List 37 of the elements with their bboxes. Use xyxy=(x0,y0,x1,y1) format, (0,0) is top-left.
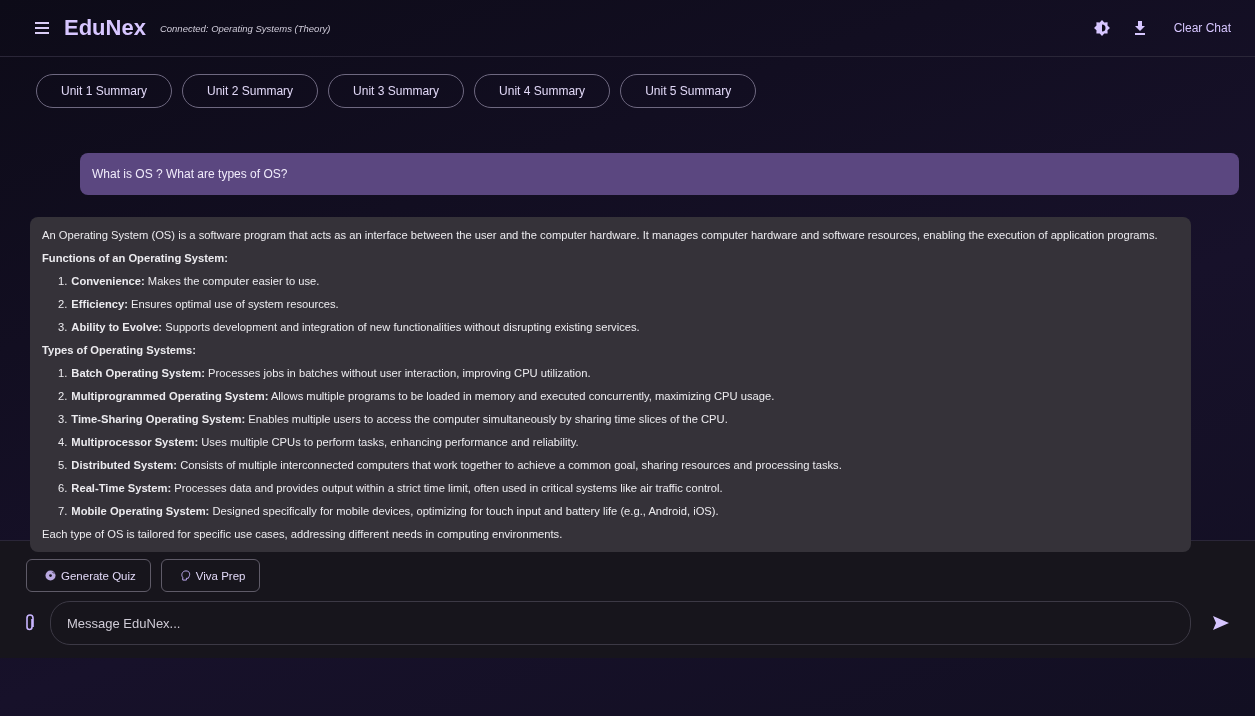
section-heading: Types of Operating Systems: xyxy=(42,343,197,358)
disc-icon xyxy=(45,570,56,581)
list-number: 1. xyxy=(58,274,68,289)
list-number: 1. xyxy=(58,366,68,381)
list-number: 6. xyxy=(58,481,68,496)
list-item-text: Convenience: Makes the computer easier to use. xyxy=(71,274,320,289)
list-number: 2. xyxy=(58,389,68,404)
connection-status: Connected: Operating Systems (Theory) xyxy=(159,22,331,34)
list-number: 4. xyxy=(58,435,68,450)
send-icon[interactable] xyxy=(1213,616,1229,630)
head-icon xyxy=(179,570,191,581)
list-number: 2. xyxy=(58,297,68,312)
answer-paragraph: An Operating System (OS) is a software program that acts as an interface between the user and the computer hardware. It manages computer hardware and software resources, enabling the execution of application programs. xyxy=(42,228,1159,243)
list-item-text: Time-Sharing Operating System: Enables multiple users to access the computer simultaneously by sharing time slices of the CPU. xyxy=(71,412,728,427)
list-item-text: Multiprogrammed Operating System: Allows multiple programs to be loaded in memory and executed concurrently, maximizing CPU usage. xyxy=(71,389,775,404)
tool-button[interactable]: Generate Quiz xyxy=(26,559,151,592)
section-heading: Functions of an Operating System: xyxy=(42,251,229,266)
list-item-text: Mobile Operating System: Designed specifically for mobile devices, optimizing for touch input and battery life (e.g., Android, iOS). xyxy=(71,504,719,519)
message-input[interactable]: Message EduNex... xyxy=(50,601,1191,645)
list-item-text: Multiprocessor System: Uses multiple CPUs to perform tasks, enhancing performance and reliability. xyxy=(71,435,579,450)
list-item-text: Efficiency: Ensures optimal use of system resources. xyxy=(71,297,339,312)
attach-icon[interactable] xyxy=(24,614,36,632)
list-item-text: Distributed System: Consists of multiple interconnected computers that work together to achieve a common goal, sharing resources and processing tasks. xyxy=(71,458,842,473)
clear-chat-button[interactable]: Clear Chat xyxy=(1169,17,1235,39)
user-message: What is OS ? What are types of OS? xyxy=(80,153,1239,195)
list-item-text: Ability to Evolve: Supports development and integration of new functionalities without disrupting existing services. xyxy=(71,320,640,335)
list-item-text: Batch Operating System: Processes jobs in batches without user interaction, improving CPU utilization. xyxy=(71,366,591,381)
list-number: 5. xyxy=(58,458,68,473)
brightness-icon[interactable] xyxy=(1093,20,1110,36)
menu-icon[interactable] xyxy=(34,21,50,35)
answer-paragraph: Each type of OS is tailored for specific use cases, addressing different needs in computing environments. xyxy=(42,527,564,542)
app-title: EduNex xyxy=(64,15,146,41)
list-number: 3. xyxy=(58,320,68,335)
list-item-text: Real-Time System: Processes data and provides output within a strict time limit, often used in critical systems like air traffic control. xyxy=(71,481,723,496)
list-number: 7. xyxy=(58,504,68,519)
tool-button[interactable]: Viva Prep xyxy=(160,559,261,592)
list-number: 3. xyxy=(58,412,68,427)
